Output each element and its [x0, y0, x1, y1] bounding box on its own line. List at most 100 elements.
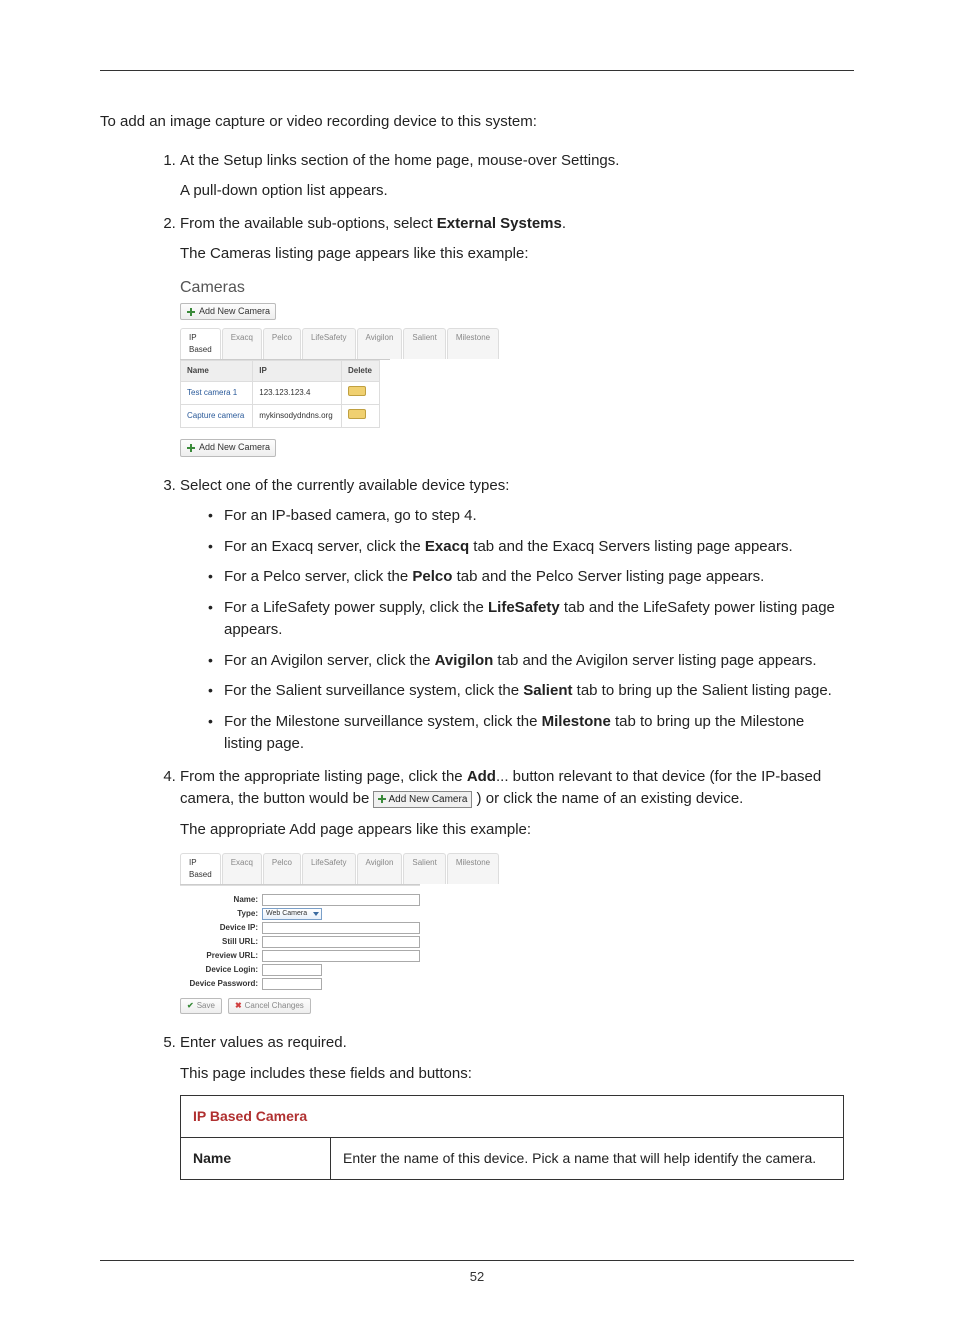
save-label: Save	[197, 1000, 215, 1012]
plus-icon	[186, 443, 196, 453]
table-row: Capture camera mykinsodydndns.org	[181, 405, 380, 428]
tab-salient[interactable]: Salient	[403, 853, 445, 884]
step-4-c: ) or click the name of an existing devic…	[472, 790, 743, 807]
desc-row: Name Enter the name of this device. Pick…	[181, 1138, 844, 1180]
row-name: Name:	[180, 894, 420, 906]
cell-delete[interactable]	[341, 405, 379, 428]
intro-text: To add an image capture or video recordi…	[100, 111, 854, 134]
sub-a: For an IP-based camera, go to step 4.	[208, 505, 844, 528]
tab-milestone[interactable]: Milestone	[447, 853, 499, 884]
step-5-text: Enter values as required.	[180, 1034, 347, 1051]
tab-salient[interactable]: Salient	[403, 328, 445, 359]
t: tab and the Pelco Server listing page ap…	[452, 568, 764, 585]
field-description-table: IP Based Camera Name Enter the name of t…	[180, 1095, 844, 1180]
tab-pelco[interactable]: Pelco	[263, 853, 301, 884]
add-page-figure: IP Based Exacq Pelco LifeSafety Avigilon…	[180, 853, 420, 1014]
sub-c: For a Pelco server, click the Pelco tab …	[208, 566, 844, 589]
select-val: Web Camera	[266, 909, 307, 920]
input-still-url[interactable]	[262, 936, 420, 948]
step-5: Enter values as required. This page incl…	[180, 1032, 854, 1180]
step-4-a: From the appropriate listing page, click…	[180, 768, 467, 785]
t: For a Pelco server, click the	[224, 568, 412, 585]
label-still-url: Still URL:	[180, 936, 258, 948]
step-2: From the available sub-options, select E…	[180, 213, 854, 461]
row-still-url: Still URL:	[180, 936, 420, 948]
tab-exacq[interactable]: Exacq	[222, 853, 262, 884]
camera-table: Name IP Delete Test camera 1 123.123.123…	[180, 360, 380, 428]
t: Avigilon	[435, 652, 494, 669]
cancel-label: Cancel Changes	[245, 1000, 304, 1012]
t: LifeSafety	[488, 599, 560, 616]
cell-delete[interactable]	[341, 382, 379, 405]
t: Pelco	[412, 568, 452, 585]
input-preview-url[interactable]	[262, 950, 420, 962]
add-form: Name: Type: Web Camera Device IP: Still …	[180, 885, 420, 990]
t: For an Exacq server, click the	[224, 538, 425, 555]
step-4-bold: Add	[467, 768, 496, 785]
cameras-title: Cameras	[180, 276, 390, 300]
inline-btn-label: Add New Camera	[388, 792, 467, 807]
plus-icon	[186, 307, 196, 317]
tab-pelco[interactable]: Pelco	[263, 328, 301, 359]
tab-lifesafety[interactable]: LifeSafety	[302, 853, 356, 884]
form-actions: ✔ Save ✖ Cancel Changes	[180, 998, 420, 1014]
step-3: Select one of the currently available de…	[180, 475, 854, 756]
tab-ip-based[interactable]: IP Based	[180, 853, 221, 884]
sub-b: For an Exacq server, click the Exacq tab…	[208, 536, 844, 559]
step-4-result: The appropriate Add page appears like th…	[180, 819, 844, 842]
tab-exacq[interactable]: Exacq	[222, 328, 262, 359]
label-name: Name:	[180, 894, 258, 906]
label-device-login: Device Login:	[180, 964, 258, 976]
input-device-password[interactable]	[262, 978, 322, 990]
t: tab and the Avigilon server listing page…	[493, 652, 816, 669]
t: Milestone	[542, 713, 611, 730]
t: For a LifeSafety power supply, click the	[224, 599, 488, 616]
col-delete: Delete	[341, 361, 379, 382]
step-1-text: At the Setup links section of the home p…	[180, 152, 619, 169]
select-type[interactable]: Web Camera	[262, 908, 322, 920]
input-device-ip[interactable]	[262, 922, 420, 934]
cancel-button[interactable]: ✖ Cancel Changes	[228, 998, 311, 1014]
save-button[interactable]: ✔ Save	[180, 998, 222, 1014]
add-new-camera-button[interactable]: Add New Camera	[180, 303, 276, 321]
step-5-desc: This page includes these fields and butt…	[180, 1063, 844, 1086]
desc-header-row: IP Based Camera	[181, 1096, 844, 1138]
sub-f: For the Salient surveillance system, cli…	[208, 680, 844, 703]
cell-ip: mykinsodydndns.org	[253, 405, 342, 428]
desc-label: Name	[181, 1138, 331, 1180]
cell-name[interactable]: Capture camera	[181, 405, 253, 428]
sub-g: For the Milestone surveillance system, c…	[208, 711, 844, 756]
inline-add-new-camera-button[interactable]: Add New Camera	[373, 791, 472, 808]
t: Exacq	[425, 538, 469, 555]
step-1-result: A pull-down option list appears.	[180, 180, 844, 203]
trash-icon	[348, 409, 366, 419]
label-device-password: Device Password:	[180, 978, 258, 990]
table-row: Test camera 1 123.123.123.4	[181, 382, 380, 405]
page-number: 52	[470, 1269, 484, 1284]
step-2-bold: External Systems	[437, 215, 562, 232]
cell-name[interactable]: Test camera 1	[181, 382, 253, 405]
row-device-password: Device Password:	[180, 978, 420, 990]
add-tabs: IP Based Exacq Pelco LifeSafety Avigilon…	[180, 853, 420, 885]
tab-lifesafety[interactable]: LifeSafety	[302, 328, 356, 359]
row-device-ip: Device IP:	[180, 922, 420, 934]
check-icon: ✔	[187, 1000, 194, 1012]
desc-text: Enter the name of this device. Pick a na…	[331, 1138, 844, 1180]
t: For the Salient surveillance system, cli…	[224, 682, 523, 699]
label-preview-url: Preview URL:	[180, 950, 258, 962]
input-device-login[interactable]	[262, 964, 322, 976]
step-2-text-a: From the available sub-options, select	[180, 215, 437, 232]
row-device-login: Device Login:	[180, 964, 420, 976]
tab-ip-based[interactable]: IP Based	[180, 328, 221, 359]
row-type: Type: Web Camera	[180, 908, 420, 920]
row-preview-url: Preview URL:	[180, 950, 420, 962]
tab-milestone[interactable]: Milestone	[447, 328, 499, 359]
tab-avigilon[interactable]: Avigilon	[357, 328, 403, 359]
t: For the Milestone surveillance system, c…	[224, 713, 542, 730]
page-footer: 52	[100, 1260, 854, 1287]
add-new-camera-button-bottom[interactable]: Add New Camera	[180, 439, 276, 457]
plus-icon	[378, 795, 386, 803]
tab-avigilon[interactable]: Avigilon	[357, 853, 403, 884]
input-name[interactable]	[262, 894, 420, 906]
t: Salient	[523, 682, 572, 699]
